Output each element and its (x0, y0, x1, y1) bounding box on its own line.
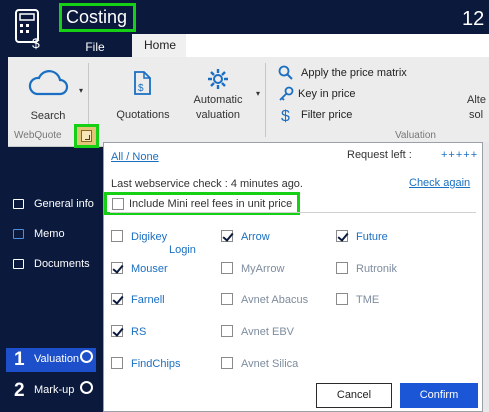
provider-checkbox[interactable] (221, 357, 233, 369)
app-title: Costing (59, 3, 136, 32)
mini-reel-label: Include Mini reel fees in unit price (129, 198, 293, 210)
request-left-label: Request left : (347, 149, 412, 161)
provider-checkbox[interactable] (111, 262, 123, 274)
provider-checkbox[interactable] (221, 293, 233, 305)
provider-label: Avnet Abacus (241, 294, 309, 306)
svg-text:$: $ (32, 35, 40, 50)
provider-checkbox[interactable] (336, 293, 348, 305)
provider-label: RS (131, 326, 147, 338)
dollar-filter-icon: $ (281, 108, 290, 124)
sidebar-item-label: Documents (34, 258, 90, 270)
webquote-dialog-launcher[interactable] (74, 124, 99, 148)
provider-label: Digikey (131, 231, 168, 243)
provider-label: Farnell (131, 294, 165, 306)
dialog-separator (110, 212, 476, 213)
tab-file[interactable]: File (72, 37, 118, 57)
step-status-icon (80, 350, 93, 363)
folder-icon (13, 259, 24, 269)
provider-checkbox[interactable] (336, 262, 348, 274)
provider-label: TME (356, 294, 380, 306)
search-dropdown-arrow[interactable]: ▾ (76, 84, 86, 98)
last-check-text: Last webservice check : 4 minutes ago. (111, 178, 303, 190)
key-in-price-button[interactable]: Key in price (298, 87, 355, 101)
filter-price-button[interactable]: Filter price (301, 108, 352, 122)
provider-checkbox[interactable] (111, 357, 123, 369)
svg-text:$: $ (281, 108, 290, 124)
provider-label: Avnet Silica (241, 358, 299, 370)
provider-label: Arrow (241, 231, 270, 243)
request-left-value: +++++ (441, 149, 479, 161)
cloud-icon[interactable] (27, 68, 69, 96)
automatic-valuation-label-1[interactable]: Automatic (186, 93, 250, 107)
title-right-text: 12 (462, 8, 485, 30)
alternative-label-2[interactable]: sol (469, 108, 489, 122)
apply-price-matrix-button[interactable]: Apply the price matrix (301, 66, 407, 80)
ribbon-separator (265, 63, 266, 137)
tab-home[interactable]: Home (132, 34, 188, 57)
digikey-login-link[interactable]: Login (169, 244, 196, 256)
quotations-icon[interactable]: $ (132, 70, 152, 96)
step-mark-up[interactable]: 2 Mark-up (6, 379, 96, 403)
info-icon (13, 199, 24, 209)
tab-strip-fill (186, 34, 489, 57)
automatic-valuation-label-2[interactable]: valuation (186, 108, 250, 122)
search-button-label[interactable]: Search (12, 109, 84, 123)
provider-checkbox[interactable] (221, 230, 233, 242)
provider-label: Rutronik (356, 263, 397, 275)
provider-label: Avnet EBV (241, 326, 294, 338)
memo-icon (13, 229, 24, 239)
provider-checkbox[interactable] (221, 325, 233, 337)
sidebar-item-label: Memo (34, 228, 65, 240)
check-again-link[interactable]: Check again (409, 177, 470, 189)
sidebar-item-label: General info (34, 198, 94, 210)
search-price-icon (278, 65, 293, 80)
svg-text:$: $ (138, 83, 144, 94)
provider-label: Mouser (131, 263, 168, 275)
provider-checkbox[interactable] (111, 293, 123, 305)
webquote-group-label: WebQuote (14, 130, 62, 141)
step-label: Valuation (34, 353, 80, 365)
quotations-button-label[interactable]: Quotations (106, 108, 180, 122)
step-number: 2 (14, 380, 25, 401)
cancel-button[interactable]: Cancel (316, 383, 392, 408)
provider-checkbox[interactable] (221, 262, 233, 274)
calculator-dollar-icon: $ (15, 9, 40, 50)
all-none-link[interactable]: All / None (111, 151, 159, 163)
valuation-group-label: Valuation (395, 130, 436, 141)
provider-checkbox[interactable] (111, 325, 123, 337)
mini-reel-checkbox[interactable] (112, 198, 124, 210)
automatic-valuation-dropdown[interactable]: ▾ (253, 87, 263, 101)
key-icon (279, 86, 294, 101)
alternative-label-1[interactable]: Alte (467, 93, 489, 107)
webquote-dialog: All / None Request left : +++++ Last web… (103, 142, 483, 412)
gear-icon[interactable] (206, 67, 230, 91)
step-label: Mark-up (34, 384, 75, 396)
provider-label: Future (356, 231, 388, 243)
step-number: 1 (14, 349, 25, 370)
provider-label: MyArrow (241, 263, 285, 275)
provider-checkbox[interactable] (336, 230, 348, 242)
background-panel-edge (483, 142, 489, 412)
provider-checkbox[interactable] (111, 230, 123, 242)
confirm-button[interactable]: Confirm (400, 383, 478, 408)
dialog-launcher-icon (81, 130, 92, 142)
step-valuation[interactable]: 1 Valuation (6, 348, 96, 372)
provider-label: FindChips (131, 358, 181, 370)
step-status-icon (80, 381, 93, 394)
